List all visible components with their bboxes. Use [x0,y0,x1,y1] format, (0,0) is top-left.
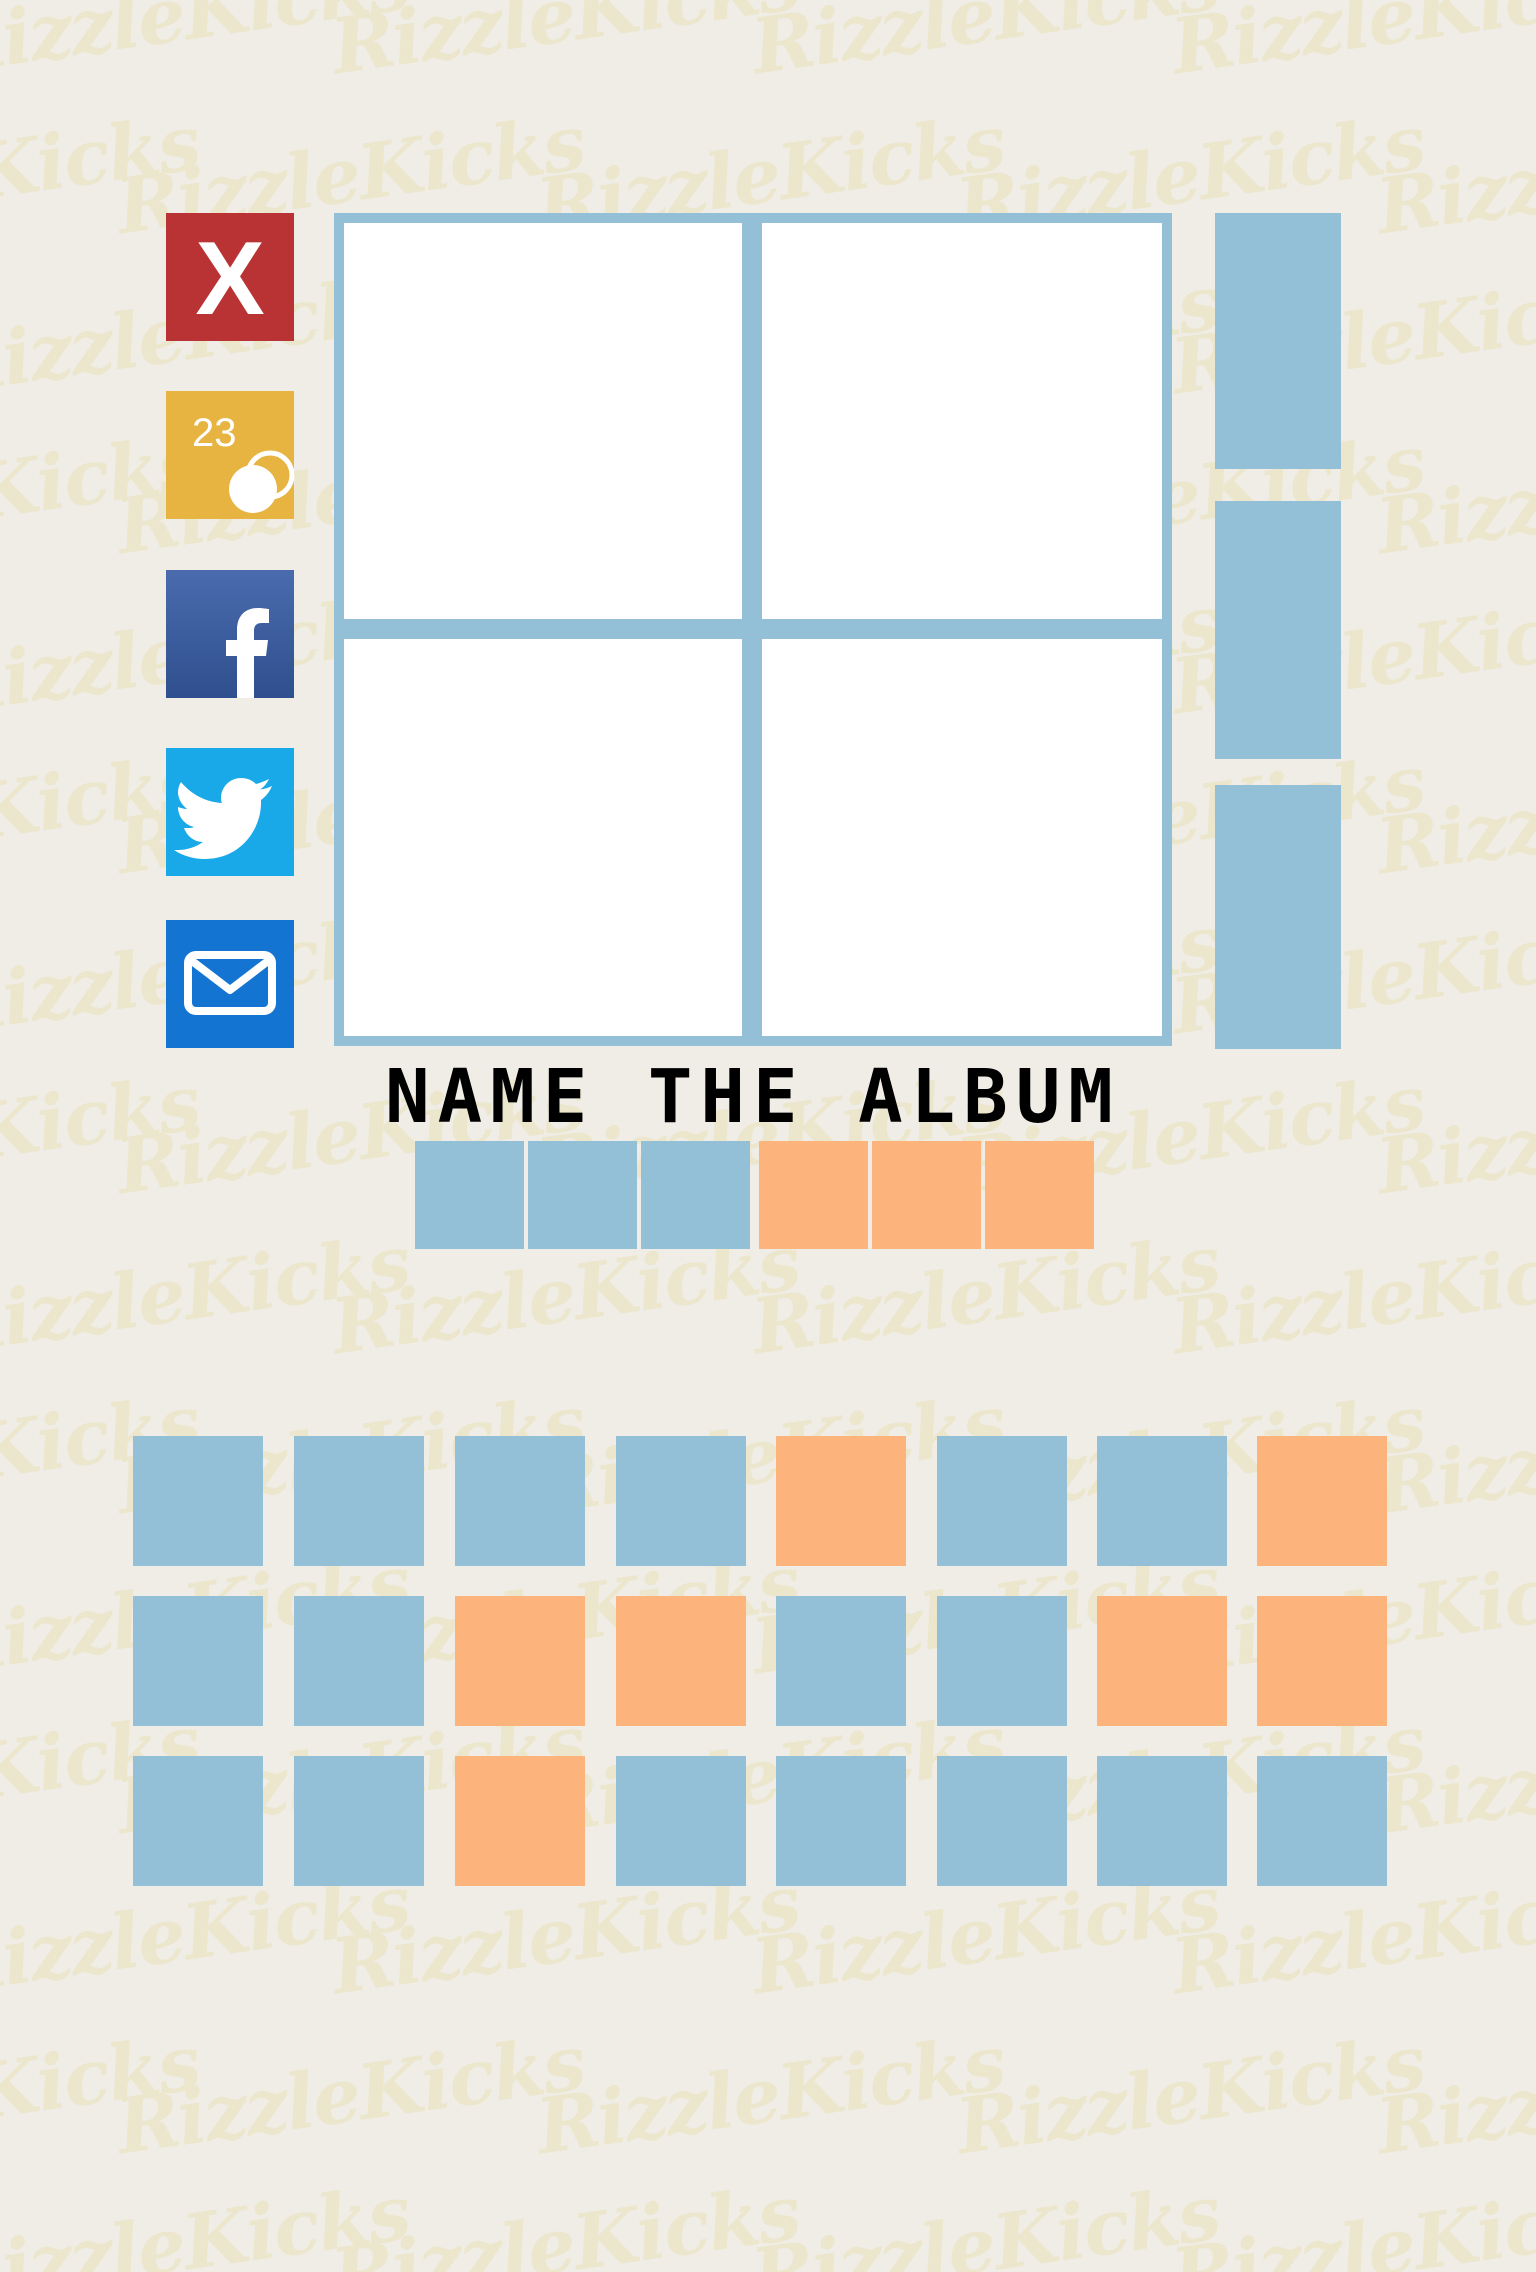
letter-tile[interactable] [616,1436,746,1566]
answer-slot[interactable] [528,1141,637,1249]
answer-slot[interactable] [759,1141,868,1249]
answer-slot[interactable] [415,1141,524,1249]
letter-tile[interactable] [294,1756,424,1886]
letter-tile[interactable] [776,1596,906,1726]
watermark-text: RizzleKicks [0,1217,415,1372]
letter-tile[interactable] [1257,1596,1387,1726]
picture-grid [334,213,1172,1046]
letter-tile[interactable] [294,1436,424,1566]
watermark-text: RizzleKicks [531,2017,1010,2172]
puzzle-title: NAME THE ALBUM [385,1054,1121,1140]
letter-tile[interactable] [776,1756,906,1886]
watermark-text: RizzleKicks [1371,737,1536,892]
letter-tile[interactable] [1097,1436,1227,1566]
watermark-text: RizzleKicks [746,2167,1225,2272]
hint-panel-middle[interactable] [1215,501,1341,759]
watermark-text: RizzleKicks [746,0,1225,92]
letter-tile[interactable] [937,1436,1067,1566]
watermark-text: RizzleKicks [951,2017,1430,2172]
mail-icon [184,951,276,1015]
letter-tile[interactable] [455,1756,585,1886]
picture-cell-bottom-left[interactable] [344,639,742,1036]
letter-tile[interactable] [1257,1756,1387,1886]
close-button[interactable]: X [166,213,294,341]
watermark-text: RizzleKicks [0,0,415,92]
answer-slot[interactable] [872,1141,981,1249]
watermark-text: RizzleKicks [0,2167,415,2272]
letter-tile[interactable] [776,1436,906,1566]
picture-cell-top-left[interactable] [344,223,742,619]
facebook-icon [226,608,269,698]
watermark-text: RizzleKicks [0,1057,205,1212]
letter-tile[interactable] [294,1596,424,1726]
close-label: X [195,221,264,337]
letter-tile[interactable] [133,1596,263,1726]
letter-tile[interactable] [455,1436,585,1566]
watermark-text: RizzleKicks [1166,0,1536,92]
twitter-icon [174,778,272,859]
watermark-text: RizzleKicks [1371,2017,1536,2172]
watermark-text: RizzleKicks [1371,1697,1536,1852]
letter-tile[interactable] [133,1756,263,1886]
watermark-text: RizzleKicks [1371,417,1536,572]
letter-tile[interactable] [133,1436,263,1566]
watermark-text: RizzleKicks [1371,1377,1536,1532]
twitter-share-button[interactable] [166,748,294,876]
facebook-share-button[interactable] [166,570,294,698]
letter-tile[interactable] [616,1596,746,1726]
watermark-text: RizzleKicks [326,0,805,92]
watermark-text: RizzleKicks [1166,1217,1536,1372]
close-icon: X [195,221,264,337]
letter-tile[interactable] [455,1596,585,1726]
letter-tile[interactable] [937,1756,1067,1886]
answer-slot[interactable] [641,1141,750,1249]
watermark-text: RizzleKicks [326,2167,805,2272]
letter-tile[interactable] [1257,1436,1387,1566]
letter-tile[interactable] [937,1596,1067,1726]
coins-icon: 23 [192,411,294,513]
mail-share-button[interactable] [166,920,294,1048]
letter-tile[interactable] [1097,1596,1227,1726]
letter-tile[interactable] [1097,1756,1227,1886]
hint-panel-bottom[interactable] [1215,785,1341,1049]
coin-count: 23 [192,411,237,455]
coins-button[interactable]: 23 [166,391,294,519]
hint-panel-top[interactable] [1215,213,1341,469]
watermark-text: RizzleKicks [1371,97,1536,252]
answer-slot[interactable] [985,1141,1094,1249]
watermark-text: RizzleKicks [111,2017,590,2172]
watermark-text: RizzleKicks [1371,1057,1536,1212]
picture-cell-top-right[interactable] [762,223,1162,619]
letter-tile[interactable] [616,1756,746,1886]
picture-cell-bottom-right[interactable] [762,639,1162,1036]
watermark-text: RizzleKicks [1166,2167,1536,2272]
watermark-text: RizzleKicks [0,2017,205,2172]
